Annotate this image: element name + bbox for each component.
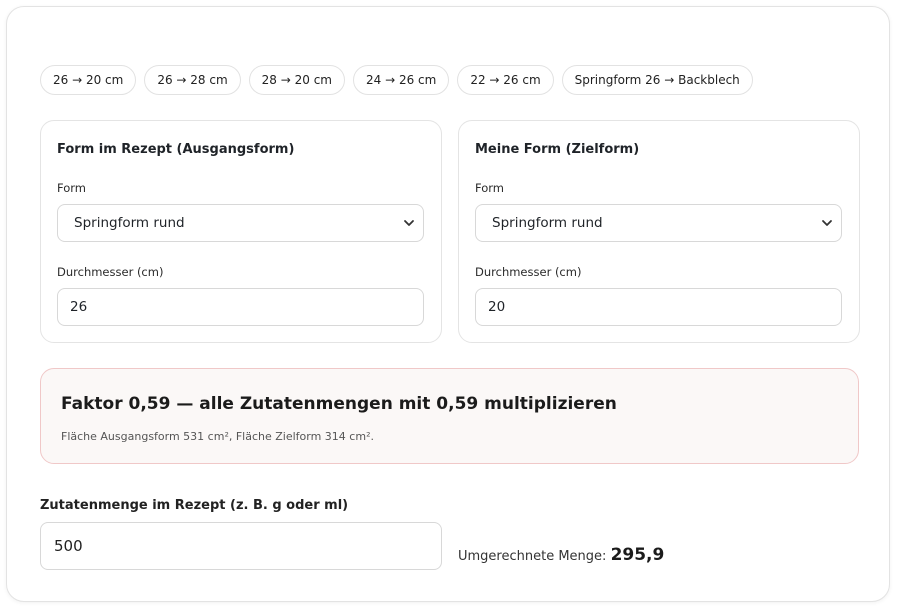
converter-card: 26 → 20 cm 26 → 28 cm 28 → 20 cm 24 → 26… [6,6,890,602]
target-form-shape-value: Springform rund [492,215,603,231]
target-form-title: Meine Form (Zielform) [475,142,640,157]
preset-chip-26-20[interactable]: 26 → 20 cm [40,65,137,95]
preset-chip-24-26[interactable]: 24 → 26 cm [352,65,450,95]
source-diameter-input[interactable]: 26 [57,288,424,326]
preset-chip-22-26[interactable]: 22 → 26 cm [457,65,554,95]
preset-chip-springform-backblech[interactable]: Springform 26 → Backblech [561,65,753,95]
target-diameter-label: Durchmesser (cm) [475,265,582,279]
target-form-shape-select[interactable]: Springform rund [475,204,842,242]
converted-amount-label: Umgerechnete Menge: [458,549,611,564]
result-area-detail: Fläche Ausgangsform 531 cm², Fläche Ziel… [61,430,374,443]
preset-chip-26-28[interactable]: 26 → 28 cm [144,65,241,95]
result-box: Faktor 0,59 — alle Zutatenmengen mit 0,5… [40,368,859,464]
source-form-shape-value: Springform rund [74,215,185,231]
target-diameter-input[interactable]: 20 [475,288,842,326]
source-form-shape-select[interactable]: Springform rund [57,204,424,242]
source-form-panel: Form im Rezept (Ausgangsform) Form Sprin… [40,120,442,343]
chevron-down-icon [821,205,833,256]
preset-chips: 26 → 20 cm 26 → 28 cm 28 → 20 cm 24 → 26… [40,65,753,95]
result-factor-headline: Faktor 0,59 — alle Zutatenmengen mit 0,5… [61,394,617,414]
preset-chip-28-20[interactable]: 28 → 20 cm [248,65,345,95]
target-form-panel: Meine Form (Zielform) Form Springform ru… [458,120,860,343]
source-form-title: Form im Rezept (Ausgangsform) [57,142,295,157]
converted-amount-value: 295,9 [610,545,665,565]
amount-input[interactable]: 500 [40,522,442,570]
source-form-shape-label: Form [57,181,86,195]
chevron-down-icon [403,205,415,256]
target-form-shape-label: Form [475,181,504,195]
amount-label: Zutatenmenge im Rezept (z. B. g oder ml) [40,498,349,513]
converted-amount: Umgerechnete Menge: 295,9 [458,545,664,565]
source-diameter-label: Durchmesser (cm) [57,265,164,279]
